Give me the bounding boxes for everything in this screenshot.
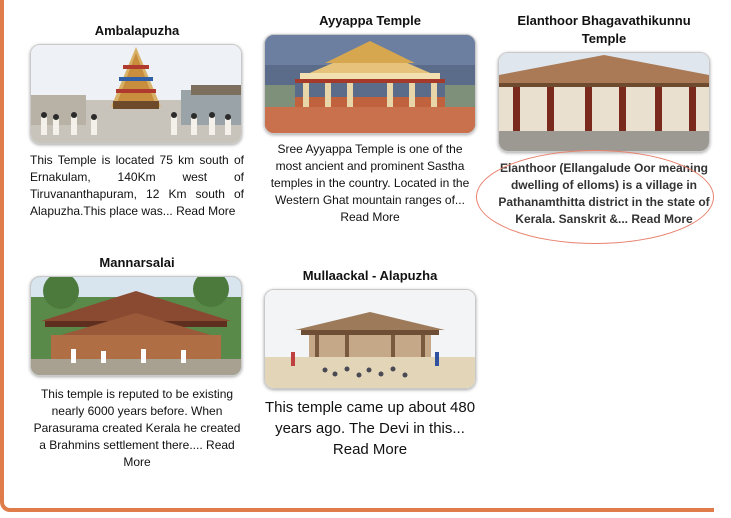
- card-description: Elanthoor (Ellangalude Oor meaning dwell…: [496, 160, 712, 228]
- read-more-link[interactable]: Read More: [176, 204, 235, 218]
- card-description: This Temple is located 75 km south of Er…: [30, 152, 244, 220]
- mannarsalai-photo: [31, 277, 241, 375]
- temple-image[interactable]: [30, 44, 242, 144]
- description-text: Sree Ayyappa Temple is one of the most a…: [270, 142, 470, 207]
- temple-card-mannarsalai: Mannarsalai This temple is reputed to be…: [30, 254, 244, 471]
- mullaackal-photo: [265, 290, 475, 388]
- read-more-link[interactable]: Read More: [340, 210, 399, 224]
- temple-card-mullaackal: Mullaackal - Alapuzha This temple came u…: [264, 267, 476, 460]
- card-title[interactable]: Ambalapuzha: [30, 22, 244, 40]
- temple-image[interactable]: [264, 289, 476, 389]
- temple-card-ambalapuzha: Ambalapuzha This Temple is located 75 km…: [30, 22, 244, 220]
- card-title[interactable]: Mannarsalai: [30, 254, 244, 272]
- temple-image[interactable]: [264, 34, 476, 134]
- card-title[interactable]: Mullaackal - Alapuzha: [264, 267, 476, 285]
- description-text: This temple came up about 480 years ago.…: [264, 399, 476, 437]
- card-description: This temple came up about 480 years ago.…: [264, 397, 476, 460]
- card-title[interactable]: Elanthoor Bhagavathikunnu Temple: [496, 12, 712, 48]
- temple-card-elanthoor: Elanthoor Bhagavathikunnu Temple Elantho…: [496, 12, 712, 228]
- temple-card-ayyappa: Ayyappa Temple Sree Ayyappa Temple is on…: [264, 12, 476, 226]
- card-description: This temple is reputed to be existing ne…: [30, 386, 244, 471]
- read-more-link[interactable]: Read More: [631, 212, 692, 226]
- ayyappa-photo: [265, 35, 475, 133]
- read-more-link[interactable]: Read More: [333, 441, 407, 458]
- card-title[interactable]: Ayyappa Temple: [264, 12, 476, 30]
- card-description: Sree Ayyappa Temple is one of the most a…: [264, 141, 476, 226]
- temple-image[interactable]: [30, 276, 242, 376]
- temple-image[interactable]: [498, 52, 710, 152]
- elanthoor-photo: [499, 53, 709, 151]
- ambalapuzha-photo: [31, 45, 241, 143]
